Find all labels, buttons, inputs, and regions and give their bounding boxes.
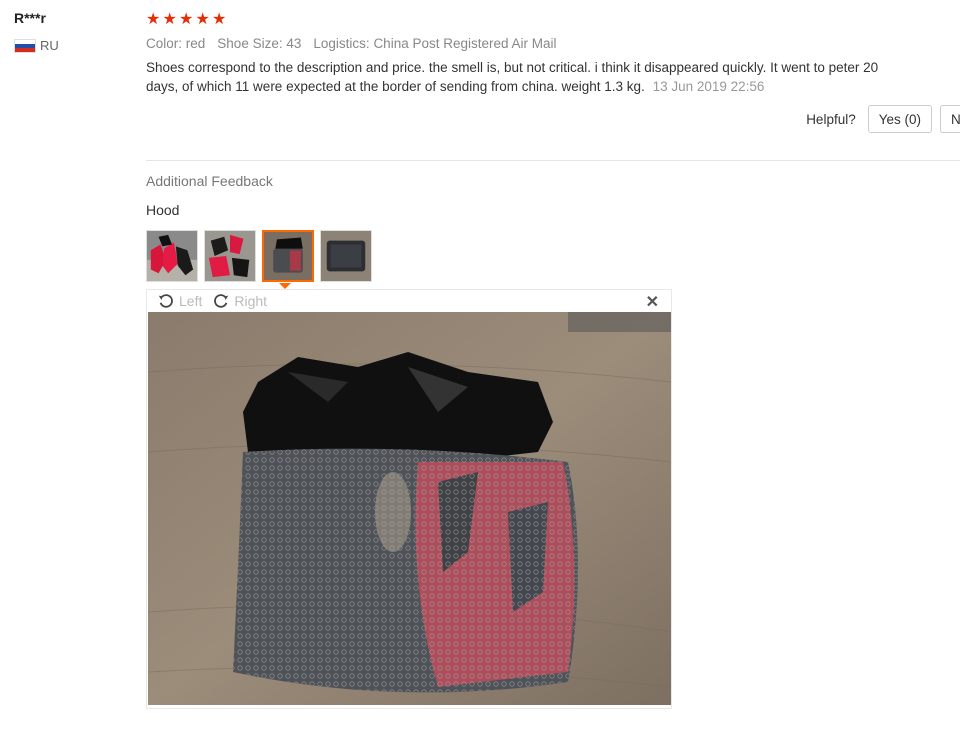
helpful-no-button[interactable]: N [940,105,960,133]
star-icon: ★ [212,11,227,28]
attribute-shoe-size: Shoe Size: 43 [217,36,302,51]
image-viewer: Left Right ✕ [146,289,672,709]
star-icon: ★ [195,11,210,28]
helpful-yes-button[interactable]: Yes (0) [867,105,932,133]
divider [146,160,960,161]
star-icon: ★ [162,11,177,28]
attribute-color: Color: red [146,36,206,51]
package-photo-thumbnail [264,232,312,280]
star-icon: ★ [146,11,161,28]
rotate-right-icon [214,294,229,308]
package-photo [148,312,671,705]
rotate-left-button[interactable]: Left [157,292,202,310]
star-icon: ★ [179,11,194,28]
thumbnail-3[interactable] [262,230,314,282]
shoe-photo-thumbnail [147,231,197,281]
review-date: 13 Jun 2019 22:56 [652,78,765,94]
star-rating: ★ ★ ★ ★ ★ [146,10,960,30]
review-text: Shoes correspond to the description and … [146,60,879,94]
rotate-right-button[interactable]: Right [212,292,267,310]
attribute-logistics: Logistics: China Post Registered Air Mai… [313,36,557,51]
package-photo-thumbnail [321,231,371,281]
rotate-left-icon [158,294,173,308]
russia-flag-icon [14,38,36,53]
close-icon[interactable]: ✕ [646,292,659,312]
viewer-toolbar: Left Right ✕ [147,290,671,312]
thumbnail-1[interactable] [146,230,198,282]
thumbnail-2[interactable] [204,230,256,282]
shoe-photo-thumbnail [205,231,255,281]
additional-feedback-text: Hood [146,202,180,218]
review-content: ★ ★ ★ ★ ★ Color: red Shoe Size: 43 Logis… [146,10,960,96]
helpful-section: Helpful? Yes (0) N [806,105,960,133]
review-photo [148,312,671,705]
photo-thumbnails [146,230,372,282]
country-code: RU [40,38,59,53]
reviewer-name: R***r [14,10,46,26]
helpful-label: Helpful? [806,111,856,127]
reviewer-country: RU [14,38,59,53]
thumbnail-4[interactable] [320,230,372,282]
additional-feedback-title: Additional Feedback [146,173,273,189]
review-attributes: Color: red Shoe Size: 43 Logistics: Chin… [146,36,960,51]
